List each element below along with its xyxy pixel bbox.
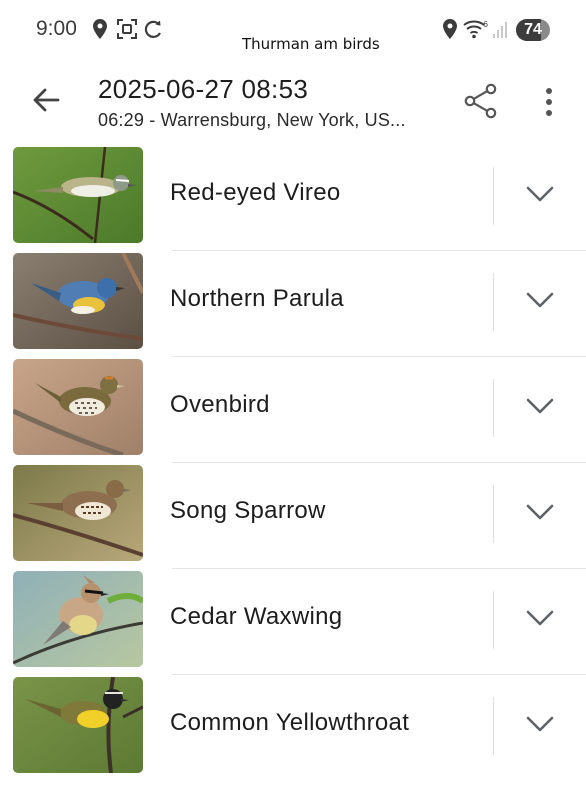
screenshot-icon: [117, 19, 137, 39]
share-icon[interactable]: [462, 82, 500, 120]
battery-level: 74: [524, 21, 542, 38]
svg-text:6: 6: [483, 20, 488, 29]
chevron-down-icon[interactable]: [522, 391, 558, 421]
bird-name: Red-eyed Vireo: [170, 179, 341, 206]
red-eyed-vireo-photo: [13, 147, 143, 243]
chevron-down-icon[interactable]: [522, 497, 558, 527]
bird-row[interactable]: Cedar Waxwing: [0, 569, 586, 675]
northern-parula-photo: [13, 253, 143, 349]
bird-name: Song Sparrow: [170, 497, 326, 524]
chevron-down-icon[interactable]: [522, 603, 558, 633]
more-options-icon[interactable]: [537, 86, 561, 118]
wifi-6-icon: 6: [463, 20, 488, 39]
bird-row[interactable]: Common Yellowthroat: [0, 675, 586, 781]
status-bar: 9:00 Thurman am birds 6 74: [0, 0, 586, 62]
divider: [493, 697, 494, 755]
battery-indicator: 74: [516, 19, 550, 41]
bird-list: Red-eyed Vireo Northern Parula Ovenbird …: [0, 145, 586, 781]
screenshot-caption: Thurman am birds: [242, 35, 380, 53]
bird-name: Cedar Waxwing: [170, 603, 343, 630]
bird-name: Common Yellowthroat: [170, 709, 410, 736]
divider: [493, 273, 494, 331]
divider: [493, 591, 494, 649]
chevron-down-icon[interactable]: [522, 709, 558, 739]
bird-name: Northern Parula: [170, 285, 344, 312]
app-bar: 2025-06-27 08:53 06:29 - Warrensburg, Ne…: [0, 62, 586, 142]
divider: [493, 167, 494, 225]
bird-row[interactable]: Ovenbird: [0, 357, 586, 463]
cedar-waxwing-photo: [13, 571, 143, 667]
bird-name: Ovenbird: [170, 391, 270, 418]
chevron-down-icon[interactable]: [522, 285, 558, 315]
song-sparrow-photo: [13, 465, 143, 561]
status-time: 9:00: [36, 17, 77, 40]
bird-row[interactable]: Song Sparrow: [0, 463, 586, 569]
signal-icon: [493, 22, 507, 38]
divider: [493, 485, 494, 543]
common-yellowthroat-photo: [13, 677, 143, 773]
chevron-down-icon[interactable]: [522, 179, 558, 209]
bird-row[interactable]: Northern Parula: [0, 251, 586, 357]
bird-row[interactable]: Red-eyed Vireo: [0, 145, 586, 251]
page-subtitle: 06:29 - Warrensburg, New York, US...: [98, 110, 406, 130]
page-title: 2025-06-27 08:53: [98, 74, 309, 104]
location-icon: [93, 19, 107, 39]
sync-icon: [144, 20, 161, 38]
back-arrow-icon[interactable]: [28, 82, 64, 118]
location-icon: [443, 19, 457, 39]
ovenbird-photo: [13, 359, 143, 455]
divider: [493, 379, 494, 437]
